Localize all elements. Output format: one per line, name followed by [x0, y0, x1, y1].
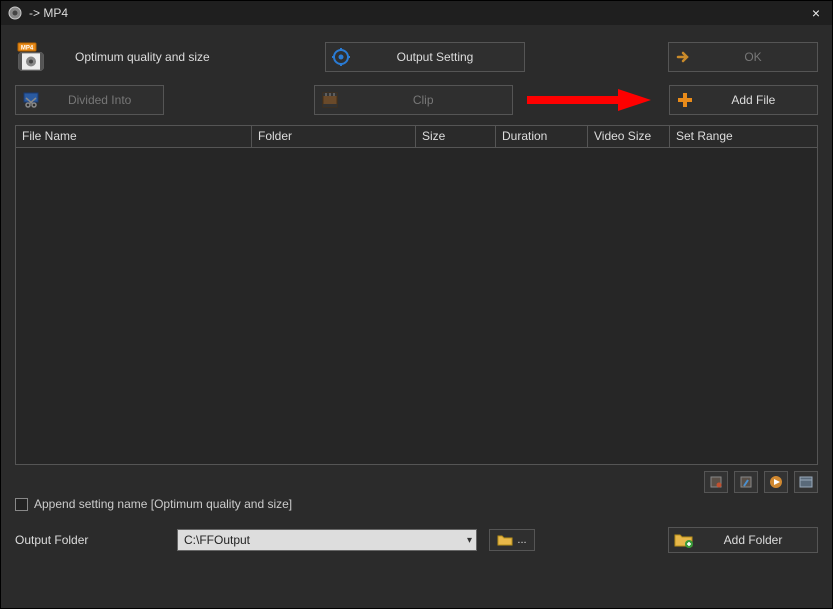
col-folder[interactable]: Folder	[252, 126, 416, 147]
col-duration[interactable]: Duration	[496, 126, 588, 147]
clip-label: Clip	[345, 93, 512, 107]
browse-folder-button[interactable]: ...	[489, 529, 535, 551]
output-folder-select[interactable]: C:\FFOutput ▾	[177, 529, 477, 551]
play-button[interactable]	[764, 471, 788, 493]
window-title: -> MP4	[29, 6, 806, 20]
scissors-icon	[16, 91, 46, 109]
add-file-label: Add File	[700, 93, 817, 107]
close-button[interactable]: ×	[806, 5, 826, 21]
divided-into-button[interactable]: Divided Into	[15, 85, 164, 115]
add-folder-button[interactable]: Add Folder	[668, 527, 818, 553]
divided-into-label: Divided Into	[46, 93, 163, 107]
file-table: File Name Folder Size Duration Video Siz…	[15, 125, 818, 465]
table-header-row: File Name Folder Size Duration Video Siz…	[16, 126, 817, 148]
chevron-down-icon: ▾	[467, 535, 472, 546]
option-button-2[interactable]	[734, 471, 758, 493]
col-file-name[interactable]: File Name	[16, 126, 252, 147]
plus-icon	[670, 91, 700, 109]
output-folder-label: Output Folder	[15, 533, 165, 547]
folder-icon	[497, 533, 513, 547]
option-button-1[interactable]	[704, 471, 728, 493]
action-row: Divided Into Clip Add File	[1, 81, 832, 125]
col-video-size[interactable]: Video Size	[588, 126, 670, 147]
clip-button[interactable]: Clip	[314, 85, 513, 115]
arrow-right-icon	[669, 49, 699, 65]
ok-label: OK	[699, 50, 817, 64]
col-size[interactable]: Size	[416, 126, 496, 147]
titlebar: -> MP4 ×	[1, 1, 832, 25]
col-set-range[interactable]: Set Range	[670, 126, 817, 147]
append-setting-label: Append setting name [Optimum quality and…	[34, 497, 292, 511]
add-file-button[interactable]: Add File	[669, 85, 818, 115]
top-row: MP4 Optimum quality and size Output Sett…	[1, 25, 832, 81]
table-body-empty	[16, 148, 817, 464]
ok-button[interactable]: OK	[668, 42, 818, 72]
append-setting-checkbox[interactable]	[15, 498, 28, 511]
add-folder-label: Add Folder	[699, 533, 817, 547]
quality-preset-label: Optimum quality and size	[75, 50, 275, 64]
window-layout-button[interactable]	[794, 471, 818, 493]
footer-icon-row	[1, 465, 832, 495]
output-setting-button[interactable]: Output Setting	[325, 42, 525, 72]
browse-ellipsis: ...	[517, 534, 526, 546]
output-folder-path: C:\FFOutput	[184, 533, 250, 547]
append-setting-row: Append setting name [Optimum quality and…	[1, 495, 832, 521]
film-clip-icon	[315, 91, 345, 109]
svg-text:MP4: MP4	[21, 46, 34, 52]
gear-icon	[326, 48, 356, 66]
mp4-format-icon: MP4	[15, 41, 47, 73]
annotation-arrow	[523, 87, 659, 113]
output-folder-row: Output Folder C:\FFOutput ▾ ... Add Fold…	[1, 521, 832, 565]
app-icon	[7, 5, 23, 21]
folder-add-icon	[669, 532, 699, 548]
output-setting-label: Output Setting	[356, 50, 524, 64]
